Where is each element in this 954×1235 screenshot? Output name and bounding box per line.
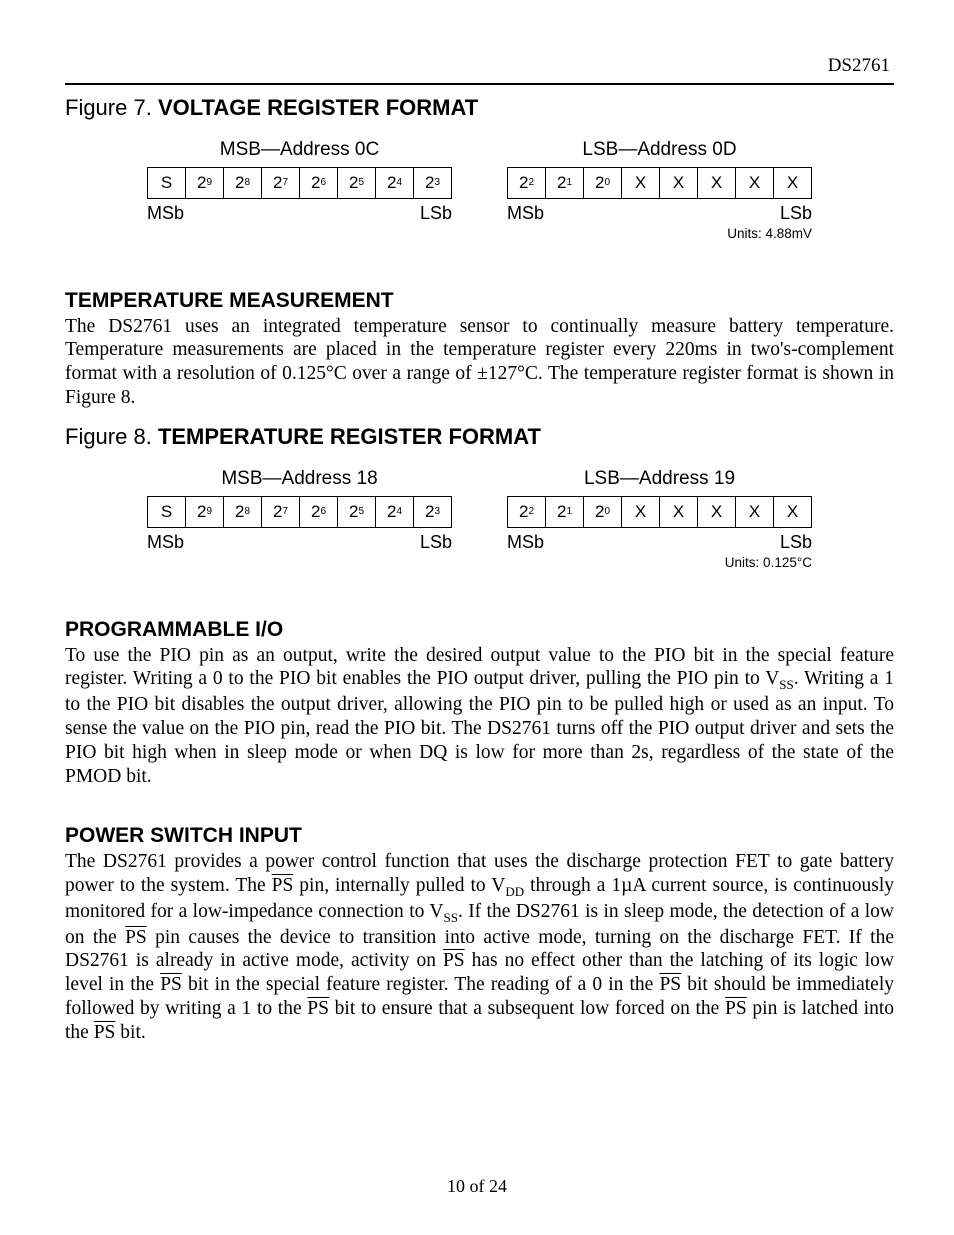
fig7-lsb-right: LSb bbox=[780, 203, 812, 224]
bit-cell: S bbox=[147, 496, 186, 528]
header-part-number: DS2761 bbox=[828, 55, 890, 77]
bit-cell: 29 bbox=[185, 167, 224, 199]
fig7-lsb-bits: 222120XXXXX bbox=[507, 167, 812, 199]
bit-cell: 21 bbox=[545, 167, 584, 199]
bit-cell: S bbox=[147, 167, 186, 199]
fig8-lsb-right: LSb bbox=[780, 532, 812, 553]
bit-cell: 23 bbox=[413, 496, 452, 528]
bit-cell: X bbox=[697, 167, 736, 199]
fig8-msb-label: MSB—Address 18 bbox=[147, 468, 452, 490]
bit-cell: 26 bbox=[299, 496, 338, 528]
bit-cell: 22 bbox=[507, 167, 546, 199]
fig7-msb-label: MSB—Address 0C bbox=[147, 139, 452, 161]
ps-heading: POWER SWITCH INPUT bbox=[65, 824, 894, 848]
bit-cell: X bbox=[735, 496, 774, 528]
ps-body: The DS2761 provides a power control func… bbox=[65, 850, 894, 1044]
fig8-msb-left: MSb bbox=[147, 532, 184, 553]
fig7-lsb-left: MSb bbox=[507, 203, 544, 224]
figure-8-title: Figure 8. TEMPERATURE REGISTER FORMAT bbox=[65, 424, 894, 450]
bit-cell: X bbox=[659, 496, 698, 528]
fig8-lsb-byte: LSB—Address 19 222120XXXXX MSb LSb Units… bbox=[507, 468, 812, 570]
bit-cell: X bbox=[621, 496, 660, 528]
bit-cell: 27 bbox=[261, 167, 300, 199]
bit-cell: 24 bbox=[375, 167, 414, 199]
fig7-lsb-byte: LSB—Address 0D 222120XXXXX MSb LSb Units… bbox=[507, 139, 812, 241]
temperature-body: The DS2761 uses an integrated temperatur… bbox=[65, 315, 894, 410]
bit-cell: 21 bbox=[545, 496, 584, 528]
fig7-msb-right: LSb bbox=[420, 203, 452, 224]
bit-cell: 22 bbox=[507, 496, 546, 528]
bit-cell: X bbox=[773, 167, 812, 199]
fig8-msb-bits: S29282726252423 bbox=[147, 496, 452, 528]
bit-cell: 20 bbox=[583, 167, 622, 199]
bit-cell: X bbox=[621, 167, 660, 199]
bit-cell: 26 bbox=[299, 167, 338, 199]
bit-cell: X bbox=[659, 167, 698, 199]
fig8-lsb-bits: 222120XXXXX bbox=[507, 496, 812, 528]
bit-cell: 20 bbox=[583, 496, 622, 528]
bit-cell: 24 bbox=[375, 496, 414, 528]
bit-cell: 28 bbox=[223, 496, 262, 528]
bit-cell: 29 bbox=[185, 496, 224, 528]
bit-cell: 23 bbox=[413, 167, 452, 199]
fig8-lsb-left: MSb bbox=[507, 532, 544, 553]
bit-cell: 25 bbox=[337, 167, 376, 199]
figure-7-title: Figure 7. VOLTAGE REGISTER FORMAT bbox=[65, 95, 894, 121]
header-divider bbox=[65, 83, 894, 85]
fig7-msb-byte: MSB—Address 0C S29282726252423 MSb LSb bbox=[147, 139, 452, 241]
bit-cell: X bbox=[773, 496, 812, 528]
figure-8-prefix: Figure 8. bbox=[65, 424, 158, 449]
bit-cell: 28 bbox=[223, 167, 262, 199]
figure-7-name: VOLTAGE REGISTER FORMAT bbox=[158, 95, 478, 120]
figure-7-register: MSB—Address 0C S29282726252423 MSb LSb L… bbox=[65, 139, 894, 241]
fig8-msb-right: LSb bbox=[420, 532, 452, 553]
fig7-msb-bits: S29282726252423 bbox=[147, 167, 452, 199]
bit-cell: 25 bbox=[337, 496, 376, 528]
figure-8-name: TEMPERATURE REGISTER FORMAT bbox=[158, 424, 541, 449]
page-footer: 10 of 24 bbox=[0, 1176, 954, 1197]
pio-body: To use the PIO pin as an output, write t… bbox=[65, 644, 894, 789]
bit-cell: X bbox=[735, 167, 774, 199]
pio-heading: PROGRAMMABLE I/O bbox=[65, 618, 894, 642]
bit-cell: X bbox=[697, 496, 736, 528]
bit-cell: 27 bbox=[261, 496, 300, 528]
temperature-heading: TEMPERATURE MEASUREMENT bbox=[65, 289, 894, 313]
figure-7-prefix: Figure 7. bbox=[65, 95, 158, 120]
fig7-lsb-label: LSB—Address 0D bbox=[507, 139, 812, 161]
fig8-lsb-label: LSB—Address 19 bbox=[507, 468, 812, 490]
figure-8-register: MSB—Address 18 S29282726252423 MSb LSb L… bbox=[65, 468, 894, 570]
fig8-lsb-units: Units: 0.125°C bbox=[507, 555, 812, 570]
fig7-msb-left: MSb bbox=[147, 203, 184, 224]
fig7-lsb-units: Units: 4.88mV bbox=[507, 226, 812, 241]
fig8-msb-byte: MSB—Address 18 S29282726252423 MSb LSb bbox=[147, 468, 452, 570]
